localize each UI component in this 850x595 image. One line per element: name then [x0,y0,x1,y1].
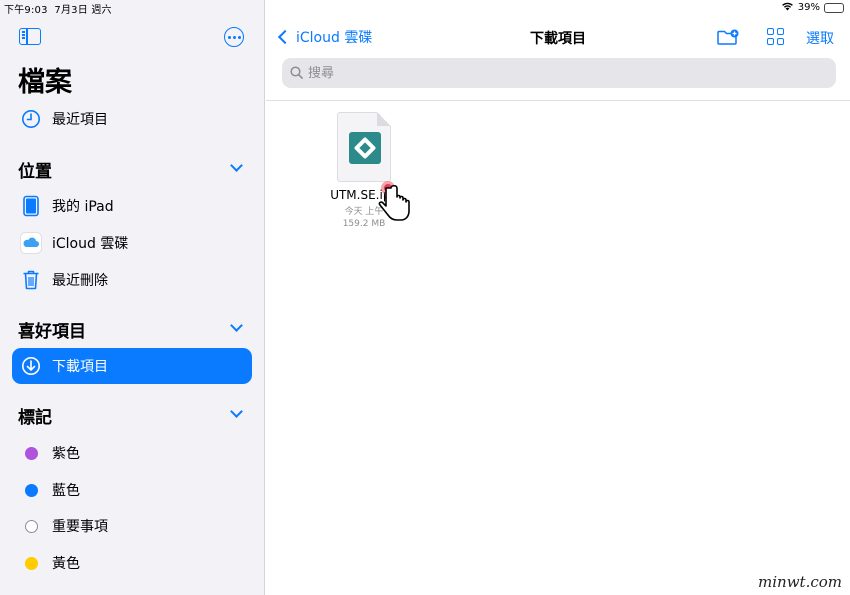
ipad-icon [20,195,42,217]
sidebar-item-recents[interactable]: 最近項目 [12,101,252,137]
sidebar-item-label: 藍色 [52,483,80,499]
sidebar-toggle-icon[interactable] [19,28,41,45]
search-icon [290,64,303,83]
sidebar: 下午9:03 7月3日 週六 檔案 最近項目 位置 我的 iPad iCloud… [0,0,265,595]
more-options-icon[interactable] [224,27,244,47]
search-bar[interactable] [282,58,836,88]
tag-dot-icon [24,519,38,533]
main-pane: 39% iCloud 雲碟 下載項目 選取 UTM.SE.ipa [266,0,850,595]
sidebar-item-tag-yellow[interactable]: 黃色 [12,545,252,581]
status-time: 下午9:03 [4,5,48,16]
tap-hand-cursor-icon [378,181,410,221]
search-input[interactable] [308,65,788,81]
battery-percent: 39% [797,2,820,13]
page-title: 下載項目 [530,31,586,47]
sidebar-title: 檔案 [18,67,72,98]
select-button[interactable]: 選取 [806,28,834,48]
grid-view-icon[interactable] [767,28,784,45]
sidebar-item-label: 最近刪除 [52,273,108,289]
files-app-window: 下午9:03 7月3日 週六 檔案 最近項目 位置 我的 iPad iCloud… [0,0,850,595]
section-header-tags[interactable]: 標記 [18,403,52,428]
tag-dot-icon [24,446,38,460]
sidebar-item-my-ipad[interactable]: 我的 iPad [12,188,252,224]
sidebar-item-downloads[interactable]: 下載項目 [12,348,252,384]
download-icon [20,355,42,377]
sidebar-item-tag-blue[interactable]: 藍色 [12,472,252,508]
watermark: minwt.com [758,573,842,591]
clock-icon [20,108,42,130]
trash-icon [20,269,42,291]
section-header-locations[interactable]: 位置 [18,157,52,182]
new-folder-icon[interactable] [717,29,739,45]
sidebar-item-tag-purple[interactable]: 紫色 [12,435,252,471]
chevron-down-icon[interactable] [230,405,243,418]
section-header-favorites[interactable]: 喜好項目 [18,317,86,342]
app-file-icon [349,132,381,164]
chevron-down-icon[interactable] [230,159,243,172]
sidebar-item-recently-deleted[interactable]: 最近刪除 [12,262,252,298]
sidebar-item-label: 紫色 [52,446,80,462]
wifi-icon [781,1,794,14]
sidebar-item-tag-important[interactable]: 重要事項 [12,508,252,544]
battery-icon [824,2,844,13]
chevron-down-icon[interactable] [230,319,243,332]
sidebar-item-label: 最近項目 [52,112,108,128]
sidebar-item-label: 下載項目 [52,359,108,375]
status-date: 7月3日 週六 [54,5,112,16]
document-icon [337,112,391,182]
status-indicators: 39% [781,1,844,14]
tag-dot-icon [24,556,38,570]
tag-dot-icon [24,483,38,497]
sidebar-item-icloud[interactable]: iCloud 雲碟 [12,225,252,261]
icloud-icon [20,232,42,254]
status-time-date: 下午9:03 7月3日 週六 [4,1,112,16]
sidebar-item-label: iCloud 雲碟 [52,236,129,252]
divider [266,100,850,101]
sidebar-item-label: 我的 iPad [52,199,114,215]
sidebar-item-label: 重要事項 [52,519,108,535]
sidebar-item-label: 黃色 [52,556,80,572]
